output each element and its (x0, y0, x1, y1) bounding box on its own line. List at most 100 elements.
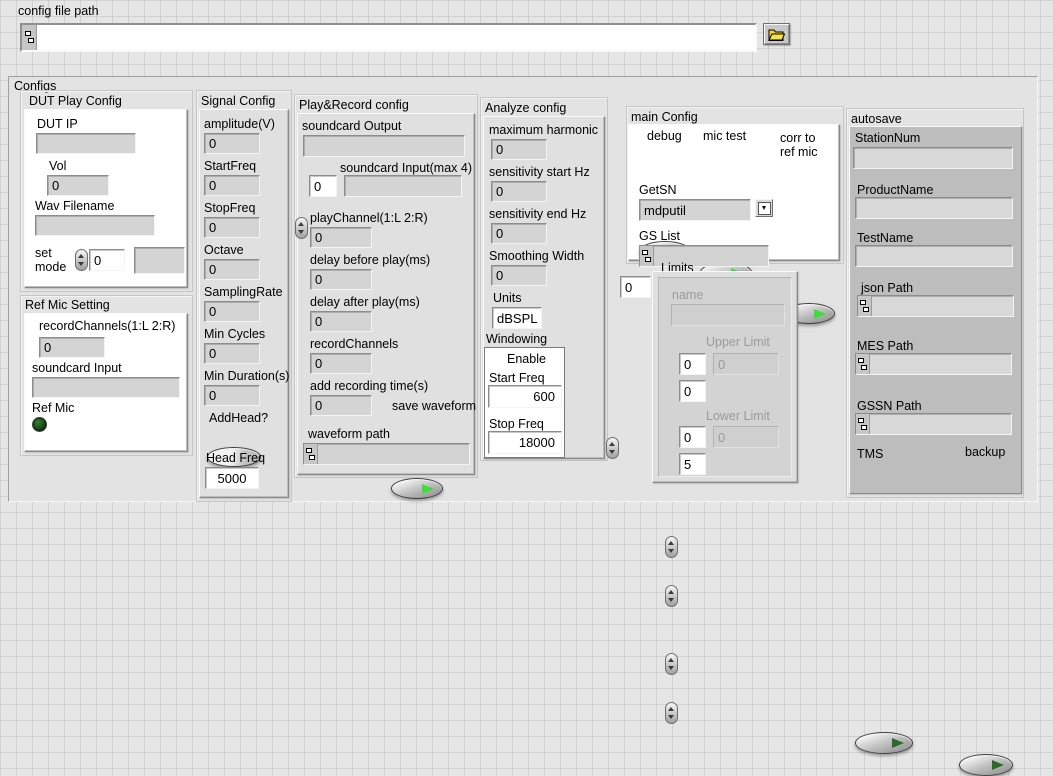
save-waveform-label: save waveform (392, 399, 476, 413)
lower-limit-spinner-2[interactable] (665, 702, 678, 724)
lower-limit-label: Lower Limit (706, 409, 770, 423)
upper-limit-index-1[interactable]: 0 (679, 353, 706, 375)
delay-after-play-field[interactable]: 0 (310, 311, 372, 332)
min-cycles-field[interactable]: 0 (204, 343, 260, 364)
vol-field[interactable]: 0 (47, 175, 109, 196)
main-config-title: main Config (631, 110, 698, 124)
lower-limit-index-2[interactable]: 5 (679, 453, 706, 475)
dark-green-arrow-icon (992, 760, 1004, 770)
dut-ip-field[interactable] (36, 133, 136, 154)
dut-play-config-title: DUT Play Config (29, 94, 122, 108)
gs-list-label: GS List (639, 229, 680, 243)
lower-limit-index-1[interactable]: 0 (679, 426, 706, 448)
headfreq-field[interactable]: 5000 (205, 467, 259, 489)
record-channels-label: recordChannels(1:L 2:R) (39, 319, 175, 333)
record-channels-field[interactable]: 0 (39, 337, 105, 358)
autosave-title: autosave (851, 112, 902, 126)
productname-field[interactable] (855, 197, 1013, 219)
sensitivity-end-field[interactable]: 0 (491, 223, 547, 244)
delay-before-play-field[interactable]: 0 (310, 269, 372, 290)
wav-filename-label: Wav Filename (35, 199, 114, 213)
windowing-stop-label: Stop Freq (489, 417, 544, 431)
path-glyph-icon (858, 296, 872, 316)
tms-button[interactable] (855, 732, 913, 754)
limits-index-spinner[interactable] (606, 437, 619, 459)
dark-green-arrow-icon (892, 738, 904, 748)
browse-button[interactable] (763, 23, 790, 45)
addhead-label: AddHead? (209, 411, 268, 425)
json-path-label: json Path (861, 281, 913, 295)
upper-limit-value: 0 (713, 353, 779, 375)
upper-limit-label: Upper Limit (706, 335, 770, 349)
ref-mic-setting-title: Ref Mic Setting (25, 298, 110, 312)
set-mode-label: set mode (35, 246, 66, 274)
delay-after-play-label: delay after play(ms) (310, 295, 420, 309)
mic-test-label: mic test (703, 129, 746, 143)
soundcard-input-index-field[interactable]: 0 (309, 175, 337, 197)
gs-list-path-field[interactable] (639, 245, 769, 267)
soundcard-input-index-spinner[interactable] (295, 217, 308, 239)
amplitude-field[interactable]: 0 (204, 133, 260, 154)
mes-path-field[interactable] (855, 353, 1012, 375)
upper-limit-index-2[interactable]: 0 (679, 380, 706, 402)
getsn-label: GetSN (639, 183, 677, 197)
backup-button[interactable] (959, 754, 1013, 776)
json-path-field[interactable] (857, 295, 1014, 317)
upper-limit-spinner-2[interactable] (665, 585, 678, 607)
octave-label: Octave (204, 243, 244, 257)
units-field[interactable]: dBSPL (492, 307, 542, 329)
limit-name-field (671, 304, 785, 326)
soundcard-input-max4-field[interactable] (344, 175, 462, 197)
set-mode-field[interactable]: 0 (89, 249, 125, 271)
pr-record-channels-field[interactable]: 0 (310, 353, 372, 374)
windowing-start-field[interactable]: 600 (488, 385, 562, 408)
limits-index-field[interactable]: 0 (620, 276, 651, 298)
signal-config-title: Signal Config (201, 94, 275, 108)
wav-filename-field[interactable] (35, 215, 155, 236)
upper-limit-spinner-1[interactable] (665, 536, 678, 558)
octave-field[interactable]: 0 (204, 259, 260, 280)
lower-limit-value: 0 (713, 426, 779, 448)
mes-path-label: MES Path (857, 339, 913, 353)
playchannel-label: playChannel(1:L 2:R) (310, 211, 428, 225)
save-waveform-button[interactable] (391, 478, 443, 499)
debug-label: debug (647, 129, 682, 143)
min-duration-field[interactable]: 0 (204, 385, 260, 406)
soundcard-output-label: soundcard Output (302, 119, 401, 133)
samplingrate-field[interactable]: 0 (204, 301, 260, 322)
windowing-stop-field[interactable]: 18000 (488, 431, 562, 454)
set-mode-spinner[interactable] (75, 249, 88, 271)
getsn-combo[interactable]: mdputil (639, 199, 751, 221)
add-recording-time-label: add recording time(s) (310, 379, 428, 393)
config-file-path-value[interactable] (37, 25, 755, 50)
getsn-dropdown-button[interactable]: ▼ (755, 199, 773, 217)
limit-name-label: name (672, 288, 703, 302)
lower-limit-spinner-1[interactable] (665, 653, 678, 675)
testname-field[interactable] (855, 245, 1013, 267)
min-cycles-label: Min Cycles (204, 327, 265, 341)
path-glyph-icon (304, 444, 318, 464)
config-file-path-input[interactable] (20, 23, 757, 52)
smoothing-width-field[interactable]: 0 (491, 265, 547, 286)
vol-label: Vol (49, 159, 66, 173)
soundcard-input-max4-label: soundcard Input(max 4) (340, 161, 472, 175)
windowing-enable-label: Enable (507, 352, 546, 366)
stationnum-field[interactable] (853, 147, 1013, 169)
sensitivity-start-field[interactable]: 0 (491, 181, 547, 202)
gssn-path-field[interactable] (855, 413, 1012, 435)
windowing-start-label: Start Freq (489, 371, 545, 385)
soundcard-input-field[interactable] (32, 377, 180, 398)
waveform-path-field[interactable] (303, 443, 470, 465)
smoothing-width-label: Smoothing Width (489, 249, 584, 263)
startfreq-label: StartFreq (204, 159, 256, 173)
delay-before-play-label: delay before play(ms) (310, 253, 430, 267)
soundcard-output-field[interactable] (303, 135, 465, 157)
config-file-path-label: config file path (18, 4, 99, 18)
stopfreq-field[interactable]: 0 (204, 217, 260, 238)
path-glyph-icon (856, 414, 870, 434)
playchannel-field[interactable]: 0 (310, 227, 372, 248)
soundcard-input-label: soundcard Input (32, 361, 122, 375)
add-recording-time-field[interactable]: 0 (310, 395, 372, 416)
maximum-harmonic-field[interactable]: 0 (491, 139, 547, 160)
startfreq-field[interactable]: 0 (204, 175, 260, 196)
